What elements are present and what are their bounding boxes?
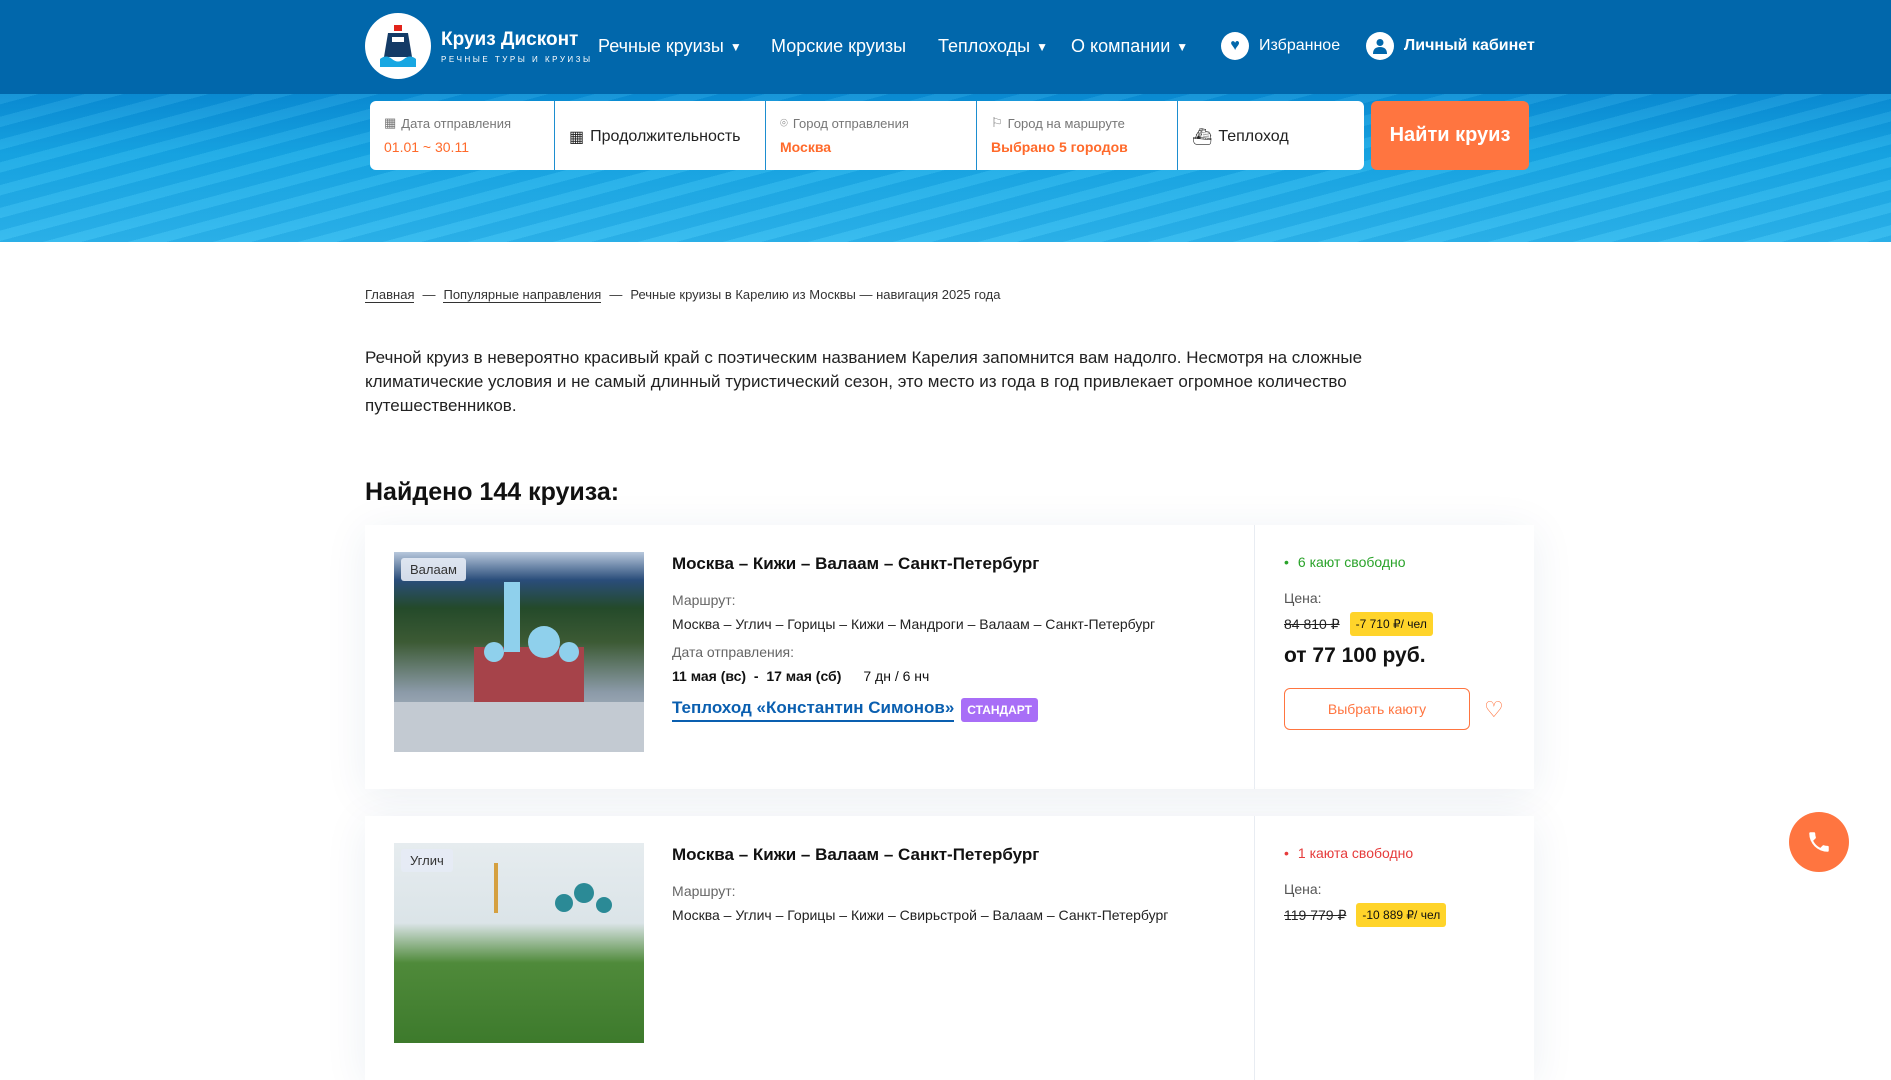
- ship-logo-icon: [365, 13, 431, 79]
- cruise-image[interactable]: Углич: [394, 843, 644, 1043]
- phone-icon: [1809, 832, 1829, 852]
- location-tag: Валаам: [401, 558, 466, 581]
- logo[interactable]: Круиз Дисконт РЕЧНЫЕ ТУРЫ И КРУИЗЫ: [365, 13, 593, 79]
- departure-city-field[interactable]: ⌾ Город отправления Москва: [766, 101, 977, 170]
- nav-sea-cruises[interactable]: Морские круизы: [771, 36, 906, 57]
- field-label: Город отправления: [792, 115, 909, 131]
- nav-about[interactable]: О компании ▼: [1071, 36, 1188, 57]
- date-field[interactable]: ▦ Дата отправления 01.01 ~ 30.11: [370, 101, 555, 170]
- duration: 7 дн / 6 нч: [863, 668, 930, 684]
- choose-cabin-button[interactable]: Выбрать каюту: [1284, 688, 1470, 730]
- cruise-title[interactable]: Москва – Кижи – Валаам – Санкт-Петербург: [672, 554, 1232, 574]
- route-city-field[interactable]: ⚐ Город на маршруте Выбрано 5 городов: [977, 101, 1178, 170]
- breadcrumb-separator: —: [422, 287, 436, 302]
- date-separator: -: [753, 668, 759, 684]
- cruise-card: Валаам Москва – Кижи – Валаам – Санкт-Пе…: [365, 525, 1534, 789]
- route-value: Москва – Углич – Горицы – Кижи – Мандрог…: [672, 616, 1156, 632]
- availability: • 6 кают свободно: [1284, 554, 1534, 570]
- breadcrumb: Главная — Популярные направления — Речны…: [365, 287, 1000, 303]
- price-label: Цена:: [1284, 590, 1322, 606]
- dot-icon: •: [1284, 845, 1289, 861]
- field-value: 01.01 ~ 30.11: [384, 139, 469, 155]
- nav-label: Морские круизы: [771, 36, 907, 56]
- breadcrumb-separator: —: [609, 287, 623, 302]
- intro-text: Речной круиз в невероятно красивый край …: [365, 348, 1363, 415]
- breadcrumb-current: Речные круизы в Карелию из Москвы — нави…: [630, 287, 1001, 302]
- class-badge: СТАНДАРТ: [961, 698, 1038, 722]
- old-price: 119 779 ₽: [1284, 906, 1347, 923]
- field-label: Теплоход: [1218, 128, 1289, 145]
- call-button[interactable]: [1789, 812, 1849, 872]
- breadcrumb-popular[interactable]: Популярные направления: [443, 287, 602, 303]
- availability-text: 6 кают свободно: [1297, 554, 1406, 570]
- field-label: Дата отправления: [401, 115, 511, 131]
- results-count: Найдено 144 круиза:: [365, 478, 620, 506]
- field-label: Продолжительность: [590, 128, 741, 145]
- site-header: Круиз Дисконт РЕЧНЫЕ ТУРЫ И КРУИЗЫ Речны…: [0, 0, 1891, 94]
- old-price: 84 810 ₽: [1284, 615, 1340, 632]
- logo-title: Круиз Дисконт: [441, 28, 579, 50]
- account-label: Личный кабинет: [1404, 37, 1535, 54]
- date-from: 11 мая (вс): [672, 668, 747, 684]
- flag-icon: ⚐: [991, 115, 1003, 130]
- location-tag: Углич: [401, 849, 453, 872]
- find-cruise-button[interactable]: Найти круиз: [1371, 101, 1529, 170]
- field-label: Город на маршруте: [1007, 115, 1125, 131]
- price-label: Цена:: [1284, 881, 1322, 897]
- user-icon: [1366, 32, 1394, 60]
- availability-text: 1 каюта свободно: [1297, 845, 1414, 861]
- field-value: Выбрано 5 городов: [991, 139, 1128, 155]
- breadcrumb-home[interactable]: Главная: [365, 287, 415, 303]
- ship-link[interactable]: Теплоход «Константин Симонов»: [672, 698, 955, 722]
- ship-icon: ⛴: [1192, 129, 1213, 146]
- dot-icon: •: [1284, 554, 1289, 570]
- price: от 77 100 руб.: [1284, 644, 1426, 667]
- caret-down-icon: ▼: [1036, 39, 1048, 54]
- caret-down-icon: ▼: [729, 39, 742, 54]
- nav-label: Теплоходы: [938, 36, 1031, 56]
- cruise-card: Углич Москва – Кижи – Валаам – Санкт-Пет…: [365, 816, 1534, 1080]
- nav-ships[interactable]: Теплоходы ▼: [938, 36, 1048, 57]
- field-value: Москва: [780, 139, 832, 155]
- favorites-label: Избранное: [1259, 37, 1341, 54]
- availability: • 1 каюта свободно: [1284, 845, 1534, 861]
- logo-subtitle: РЕЧНЫЕ ТУРЫ И КРУИЗЫ: [441, 54, 593, 64]
- heart-outline-icon[interactable]: ♡: [1484, 697, 1504, 723]
- search-form: ▦ Дата отправления 01.01 ~ 30.11 ▦ Продолж…: [370, 101, 1364, 170]
- favorites-link[interactable]: ♥ Избранное: [1221, 32, 1340, 60]
- nav-river-cruises[interactable]: Речные круизы ▼: [598, 36, 742, 57]
- route-label: Маршрут:: [672, 883, 736, 899]
- heart-icon: ♥: [1221, 32, 1249, 60]
- cruise-image[interactable]: Валаам: [394, 552, 644, 752]
- account-link[interactable]: Личный кабинет: [1366, 32, 1535, 60]
- route-label: Маршрут:: [672, 592, 736, 608]
- date-to: 17 мая (сб): [766, 668, 842, 684]
- calendar-icon: ▦: [569, 129, 585, 146]
- caret-down-icon: ▼: [1176, 39, 1189, 54]
- route-value: Москва – Углич – Горицы – Кижи – Свирьст…: [672, 907, 1169, 923]
- discount-badge: -10 889 ₽/ чел: [1356, 903, 1447, 927]
- calendar-icon: ▦: [384, 115, 397, 130]
- ship-field[interactable]: ⛴ Теплоход: [1178, 101, 1364, 170]
- departure-label: Дата отправления:: [672, 644, 795, 660]
- cruise-title[interactable]: Москва – Кижи – Валаам – Санкт-Петербург: [672, 845, 1232, 865]
- discount-badge: -7 710 ₽/ чел: [1349, 612, 1433, 636]
- nav-label: Речные круизы: [598, 36, 724, 56]
- duration-field[interactable]: ▦ Продолжительность: [555, 101, 766, 170]
- location-pin-icon: ⌾: [780, 115, 788, 130]
- nav-label: О компании: [1071, 36, 1171, 56]
